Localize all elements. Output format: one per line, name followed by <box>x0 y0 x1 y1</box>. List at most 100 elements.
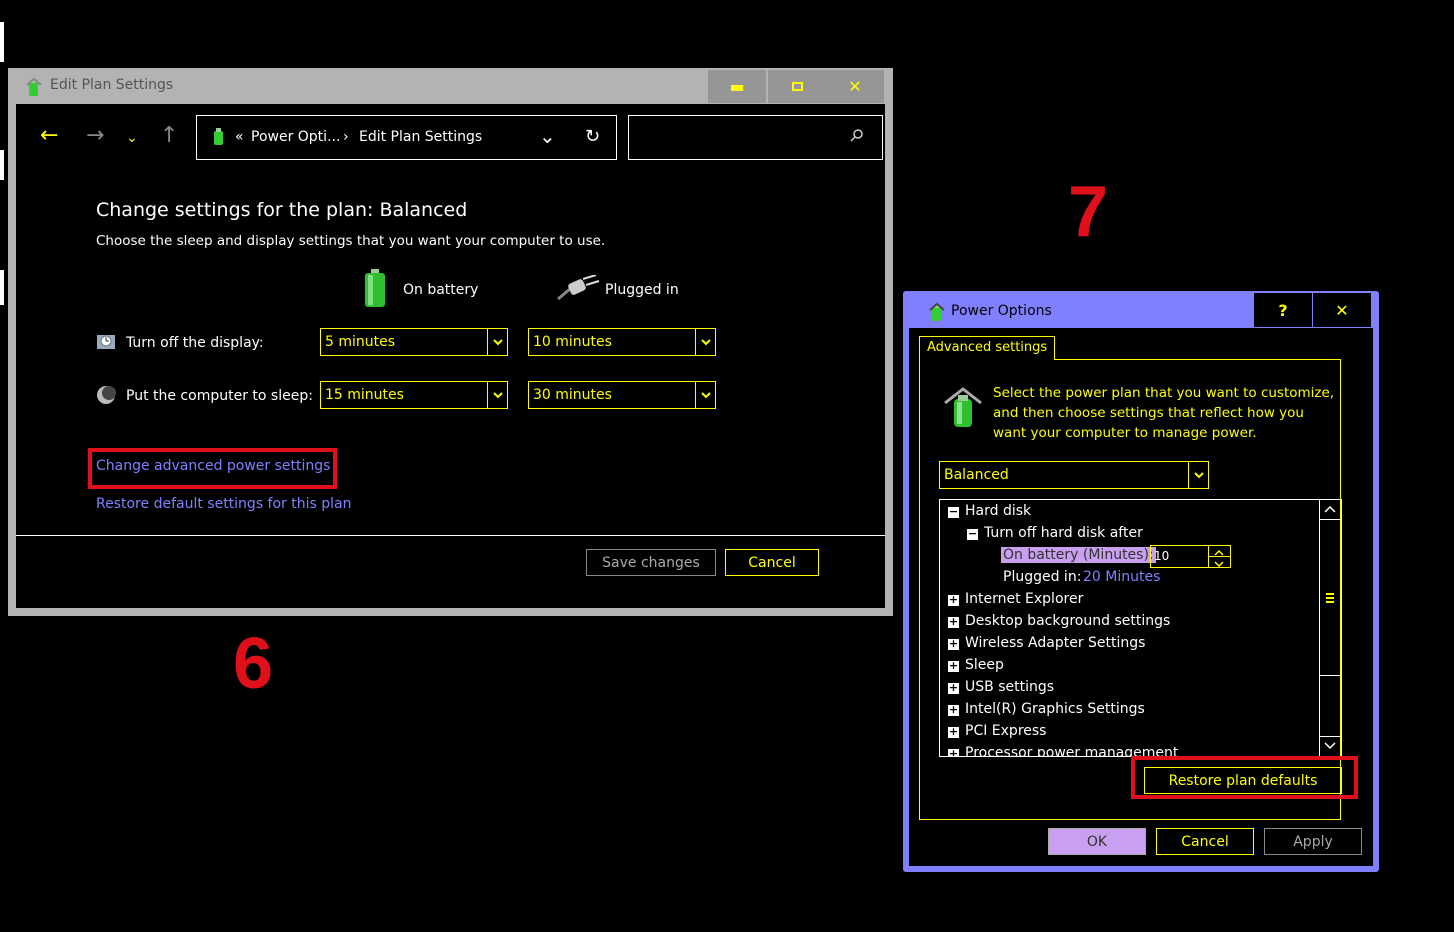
display-on-battery-select[interactable]: 5 minutes <box>320 328 508 356</box>
page-description: Choose the sleep and display settings th… <box>96 233 606 249</box>
expand-icon[interactable]: + <box>948 704 959 716</box>
display-timeout-label: Turn off the display: <box>126 335 264 351</box>
tree-item[interactable]: Wireless Adapter Settings <box>965 635 1145 651</box>
maximize-button[interactable] <box>768 70 826 103</box>
tree-item[interactable]: PCI Express <box>965 723 1046 739</box>
help-icon: ? <box>1278 300 1288 320</box>
title-bar[interactable]: Power Options <box>909 293 1254 327</box>
step-number-7: 7 <box>1068 172 1109 252</box>
restore-defaults-link[interactable]: Restore default settings for this plan <box>96 496 352 512</box>
plugged-in-label: Plugged in: <box>1003 569 1082 585</box>
save-changes-button[interactable]: Save changes <box>586 549 716 576</box>
ok-button[interactable]: OK <box>1048 828 1146 855</box>
desktop-edge-fragment <box>0 270 4 305</box>
cancel-button[interactable]: Cancel <box>1156 828 1254 855</box>
help-button[interactable]: ? <box>1254 293 1312 327</box>
cancel-button[interactable]: Cancel <box>725 549 819 576</box>
sleep-timeout-label: Put the computer to sleep: <box>126 388 313 404</box>
close-button[interactable]: ✕ <box>1313 293 1371 327</box>
close-icon: ✕ <box>1335 300 1349 320</box>
edit-plan-settings-window: Edit Plan Settings ▬ ✕ ← → ⌄ ↑ « Power O… <box>8 68 893 616</box>
chevron-down-icon[interactable] <box>695 382 715 408</box>
tab-advanced-settings[interactable]: Advanced settings <box>919 336 1056 360</box>
display-plugged-in-value: 10 minutes <box>533 334 612 350</box>
back-arrow-icon[interactable]: ← <box>40 125 58 147</box>
chevron-down-icon[interactable] <box>487 382 507 408</box>
power-plug-icon <box>556 274 600 305</box>
tree-item-hard-disk[interactable]: Hard disk <box>965 503 1031 519</box>
expand-icon[interactable]: + <box>948 594 959 606</box>
page-title: Change settings for the plan: Balanced <box>96 199 468 221</box>
chevron-down-icon[interactable] <box>1188 462 1208 488</box>
address-dropdown-chevron-icon[interactable]: ⌄ <box>539 124 556 148</box>
search-input[interactable] <box>628 115 883 160</box>
minimize-button[interactable]: ▬ <box>708 70 766 103</box>
dialog-content: Advanced settings Select the power plan … <box>909 328 1373 866</box>
settings-tree[interactable]: − Hard disk − Turn off hard disk after O… <box>939 499 1342 757</box>
expand-icon[interactable]: + <box>948 682 959 694</box>
sleep-on-battery-select[interactable]: 15 minutes <box>320 381 508 409</box>
collapse-icon[interactable]: − <box>948 506 959 518</box>
desktop-edge-fragment <box>0 150 4 180</box>
power-options-dialog: Power Options ? ✕ Advanced settings Sele… <box>903 291 1379 872</box>
forward-arrow-icon[interactable]: → <box>86 125 104 147</box>
close-icon: ✕ <box>848 77 862 96</box>
display-plugged-in-select[interactable]: 10 minutes <box>528 328 716 356</box>
scroll-up-icon[interactable] <box>1320 500 1341 520</box>
tree-item[interactable]: Sleep <box>965 657 1004 673</box>
minimize-icon: ▬ <box>729 77 745 96</box>
breadcrumb-separator: › <box>343 129 349 145</box>
dialog-title: Power Options <box>951 303 1052 319</box>
tree-item-turn-off-after[interactable]: Turn off hard disk after <box>984 525 1143 541</box>
chevron-down-icon[interactable] <box>487 329 507 355</box>
column-plugged-in: Plugged in <box>605 282 679 298</box>
spin-up-icon[interactable] <box>1208 546 1230 557</box>
step-number-6: 6 <box>233 624 274 704</box>
up-arrow-icon[interactable]: ↑ <box>160 125 178 147</box>
window-title: Edit Plan Settings <box>50 77 174 93</box>
window-content: ← → ⌄ ↑ « Power Opti... › Edit Plan Sett… <box>16 104 885 608</box>
refresh-icon[interactable]: ↻ <box>585 126 600 147</box>
display-icon <box>96 332 116 356</box>
tree-scrollbar[interactable] <box>1319 500 1341 756</box>
power-options-icon <box>24 77 44 101</box>
change-advanced-settings-link[interactable]: Change advanced power settings <box>96 458 330 474</box>
tab-panel: Select the power plan that you want to c… <box>919 359 1358 820</box>
power-options-icon <box>210 126 228 150</box>
tree-item[interactable]: Intel(R) Graphics Settings <box>965 701 1145 717</box>
close-button[interactable]: ✕ <box>826 70 884 103</box>
scroll-thumb[interactable] <box>1320 520 1341 676</box>
on-battery-minutes-stepper[interactable]: 10 <box>1150 545 1231 568</box>
breadcrumb-chevrons[interactable]: « <box>235 129 244 145</box>
tree-item[interactable]: Desktop background settings <box>965 613 1170 629</box>
scroll-down-icon[interactable] <box>1320 736 1341 756</box>
expand-icon[interactable]: + <box>948 660 959 672</box>
expand-icon[interactable]: + <box>948 748 959 756</box>
restore-plan-defaults-button[interactable]: Restore plan defaults <box>1144 767 1342 794</box>
collapse-icon[interactable]: − <box>967 528 978 540</box>
sleep-moon-icon <box>96 385 116 409</box>
search-icon <box>850 128 864 146</box>
power-options-icon <box>927 302 947 326</box>
plugged-in-value[interactable]: 20 Minutes <box>1083 569 1160 585</box>
sleep-on-battery-value: 15 minutes <box>325 387 404 403</box>
on-battery-minutes-value[interactable]: 10 <box>1154 549 1169 563</box>
breadcrumb-edit-plan-settings[interactable]: Edit Plan Settings <box>359 129 482 145</box>
sleep-plugged-in-select[interactable]: 30 minutes <box>528 381 716 409</box>
title-bar[interactable]: Edit Plan Settings ▬ ✕ <box>8 68 893 104</box>
expand-icon[interactable]: + <box>948 616 959 628</box>
recent-locations-chevron-icon[interactable]: ⌄ <box>126 128 138 148</box>
plan-select-value: Balanced <box>944 467 1009 483</box>
maximize-icon <box>791 82 803 91</box>
expand-icon[interactable]: + <box>948 726 959 738</box>
tree-item[interactable]: Internet Explorer <box>965 591 1083 607</box>
apply-button[interactable]: Apply <box>1264 828 1362 855</box>
column-on-battery: On battery <box>403 282 479 298</box>
breadcrumb-power-options[interactable]: Power Opti... <box>251 129 340 145</box>
expand-icon[interactable]: + <box>948 638 959 650</box>
chevron-down-icon[interactable] <box>695 329 715 355</box>
plan-select[interactable]: Balanced <box>939 461 1209 489</box>
tree-item[interactable]: USB settings <box>965 679 1054 695</box>
spin-down-icon[interactable] <box>1208 557 1230 568</box>
address-bar[interactable]: « Power Opti... › Edit Plan Settings ⌄ ↻ <box>196 115 617 160</box>
